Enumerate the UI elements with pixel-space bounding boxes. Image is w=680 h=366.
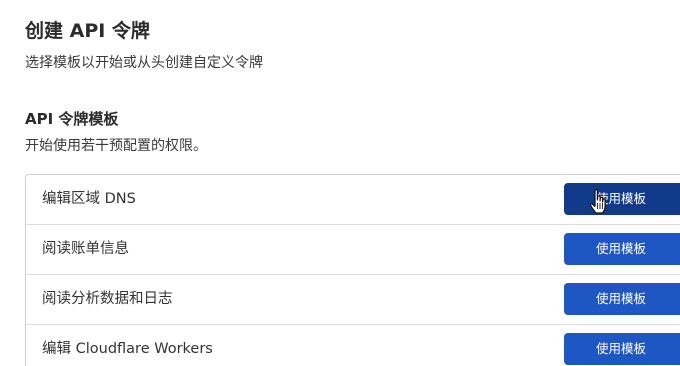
template-row-read-analytics-logs: 阅读分析数据和日志 使用模板 (26, 275, 680, 325)
use-template-button-edit-zone-dns[interactable]: 使用模板 (564, 183, 680, 215)
template-name: 编辑 Cloudflare Workers (42, 341, 213, 357)
templates-section-description: 开始使用若干预配置的权限。 (25, 138, 207, 154)
use-template-button-edit-workers[interactable]: 使用模板 (564, 333, 680, 365)
page-title: 创建 API 令牌 (25, 20, 150, 42)
page-subtitle: 选择模板以开始或从头创建自定义令牌 (25, 55, 263, 71)
template-name: 阅读分析数据和日志 (42, 291, 173, 307)
template-row-edit-workers: 编辑 Cloudflare Workers 使用模板 (26, 325, 680, 366)
template-list: 编辑区域 DNS 使用模板 阅读账单信息 使用模板 阅读分析数据和日志 使用模板… (25, 174, 680, 366)
template-row-edit-zone-dns: 编辑区域 DNS 使用模板 (26, 175, 680, 225)
template-row-read-billing: 阅读账单信息 使用模板 (26, 225, 680, 275)
template-name: 阅读账单信息 (42, 241, 129, 257)
template-name: 编辑区域 DNS (42, 191, 136, 207)
use-template-button-read-analytics-logs[interactable]: 使用模板 (564, 283, 680, 315)
templates-section-title: API 令牌模板 (25, 110, 119, 128)
create-api-token-page: 创建 API 令牌 选择模板以开始或从头创建自定义令牌 API 令牌模板 开始使… (0, 0, 680, 366)
use-template-button-read-billing[interactable]: 使用模板 (564, 233, 680, 265)
